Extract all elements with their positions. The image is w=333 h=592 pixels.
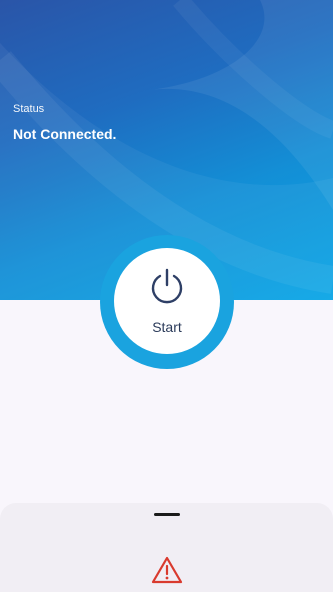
bottom-sheet[interactable] xyxy=(0,503,333,592)
status-label: Status xyxy=(13,103,45,115)
start-button[interactable]: Start xyxy=(114,248,220,354)
warning-icon xyxy=(151,556,183,584)
connection-status: Not Connected. xyxy=(13,126,117,142)
vpn-screen: Status Not Connected. Start xyxy=(0,0,333,592)
power-icon xyxy=(151,268,183,304)
sheet-drag-handle[interactable] xyxy=(154,513,180,516)
start-label: Start xyxy=(152,319,182,335)
